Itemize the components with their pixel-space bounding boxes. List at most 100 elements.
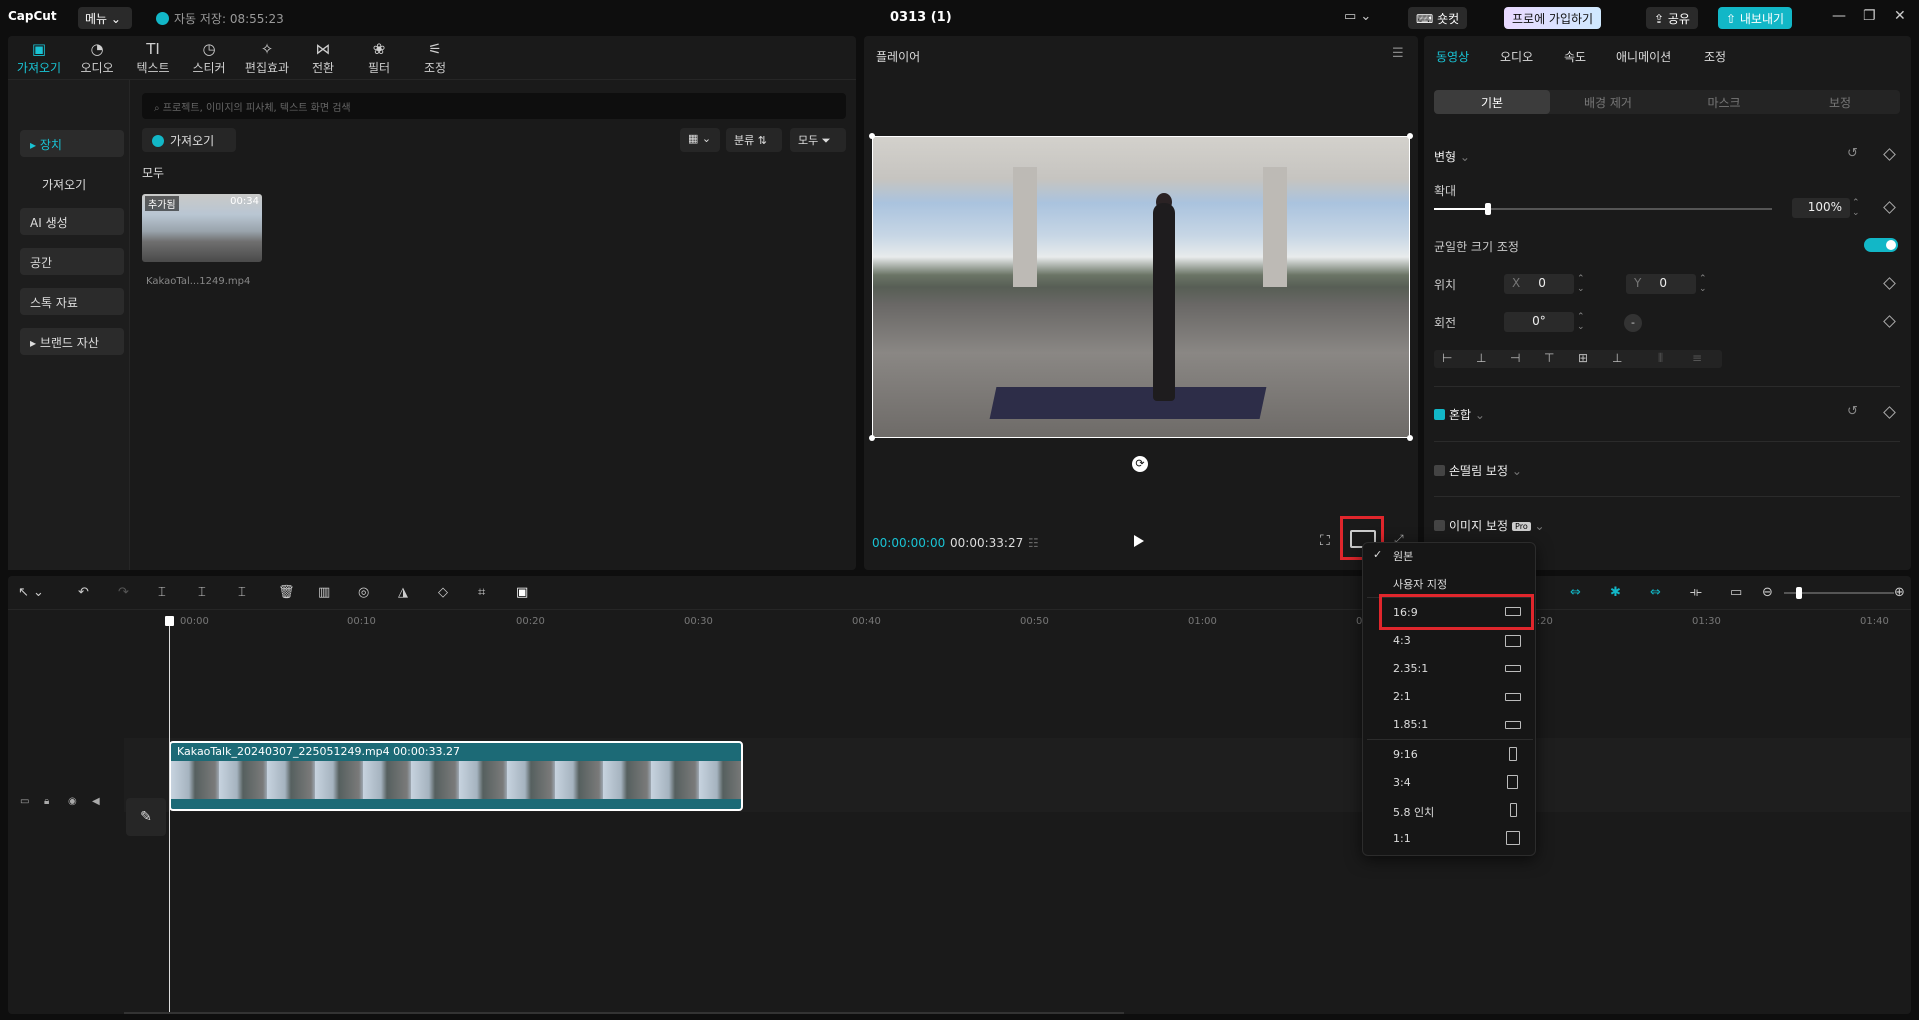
ratio-option-1-85-1[interactable]: 1.85:1 (1363, 713, 1537, 737)
thumbnail-icon[interactable]: ▭ (1730, 585, 1742, 600)
mirror-icon[interactable]: ◮ (398, 585, 408, 600)
ratio-option-5-8-inch[interactable]: 5.8 인치 (1363, 799, 1537, 823)
close-icon[interactable]: ✕ (1894, 8, 1906, 24)
align-left-icon[interactable]: ⊢ (1442, 351, 1452, 365)
distribute-horizontal-icon[interactable]: ⫴ (1658, 351, 1663, 366)
video-clip[interactable]: KakaoTalk_20240307_225051249.mp4 00:00:3… (169, 741, 743, 811)
ratio-option-custom[interactable]: 사용자 지정 (1363, 571, 1537, 595)
export-button[interactable]: ⇧ 내보내기 (1718, 7, 1793, 29)
timeline-list-icon[interactable]: ☷ (1028, 536, 1039, 550)
align-right-icon[interactable]: ⊣ (1510, 351, 1520, 365)
resize-handle[interactable] (1407, 133, 1413, 139)
sidebar-item-brand-assets[interactable]: ▸ 브랜드 자산 (20, 328, 124, 355)
image-enhance-section[interactable]: 이미지 보정 Pro ⌄ (1434, 517, 1545, 534)
resize-handle[interactable] (869, 435, 875, 441)
search-input[interactable]: ⌕ 프로젝트, 이미지의 피사체, 텍스트 화면 검색 (142, 93, 846, 119)
tab-transition[interactable]: ⋈ 전환 (294, 39, 352, 76)
menu-button[interactable]: 메뉴 ⌄ (78, 7, 132, 29)
ratio-option-2-35-1[interactable]: 2.35:1 (1363, 657, 1537, 681)
split-right-icon[interactable]: ⌶ (238, 585, 246, 600)
fullscreen-crop-icon[interactable]: ⛶ (1320, 533, 1330, 549)
playhead[interactable] (165, 616, 174, 1014)
position-x-input[interactable]: X0 (1504, 274, 1574, 294)
auto-snap-icon[interactable]: ✱ (1610, 585, 1621, 600)
track-cover-icon[interactable]: ▭ (20, 796, 29, 807)
hamburger-icon[interactable]: ☰ (1392, 46, 1404, 61)
tab-import[interactable]: ▣ 가져오기 (10, 39, 68, 76)
reset-icon[interactable]: ↺ (1847, 146, 1858, 161)
tab-filter[interactable]: ❀ 필터 (350, 39, 408, 76)
tab-adjust[interactable]: 조정 (1704, 48, 1726, 65)
tab-speed[interactable]: 속도 (1564, 48, 1586, 65)
edit-cover-button[interactable]: ✎ (126, 798, 166, 836)
sidebar-item-space[interactable]: 공간 (20, 248, 124, 275)
distribute-vertical-icon[interactable]: ≡ (1692, 351, 1702, 365)
position-y-input[interactable]: Y0 (1626, 274, 1696, 294)
rotation-input[interactable]: 0° (1504, 312, 1574, 332)
uniform-scale-toggle[interactable] (1864, 238, 1898, 252)
checkbox-icon[interactable] (1434, 465, 1445, 476)
restore-icon[interactable]: ❐ (1863, 8, 1876, 24)
zoom-in-icon[interactable]: ⊕ (1894, 585, 1905, 600)
resize-handle[interactable] (869, 133, 875, 139)
rotate-clip-icon[interactable]: ◇ (438, 585, 448, 600)
stabilize-section[interactable]: 손떨림 보정 ⌄ (1434, 462, 1522, 479)
keyframe-icon[interactable] (1883, 277, 1896, 290)
sidebar-item-ai-generate[interactable]: AI 생성 (20, 208, 124, 235)
align-middle-icon[interactable]: ⊞ (1578, 351, 1588, 365)
shortcut-button[interactable]: ⌨ 숏컷 (1408, 7, 1468, 29)
split-left-icon[interactable]: ⌶ (198, 585, 206, 600)
checkbox-icon[interactable] (1434, 520, 1445, 531)
scale-input[interactable]: 100% (1792, 198, 1850, 218)
crop-icon[interactable]: ⌗ (478, 585, 485, 600)
media-thumbnail[interactable]: 추가됨 00:34 (142, 194, 262, 262)
view-toggle-button[interactable]: ▦ ⌄ (680, 128, 720, 152)
keyframe-icon[interactable] (1883, 201, 1896, 214)
zoom-out-icon[interactable]: ⊖ (1762, 585, 1773, 600)
tab-adjust[interactable]: ⚟ 조정 (406, 39, 464, 76)
sidebar-item-import[interactable]: 가져오기 (20, 170, 124, 197)
lock-icon[interactable]: 🔒︎ (44, 796, 49, 807)
tab-audio[interactable]: ◔ 오디오 (68, 39, 126, 76)
stepper-icon[interactable]: ⌃ ⌄ (1577, 274, 1585, 294)
timeline-scrollbar[interactable] (124, 1012, 1124, 1014)
ratio-option-original[interactable]: ✓ 원본 (1363, 543, 1537, 567)
ratio-option-4-3[interactable]: 4:3 (1363, 629, 1537, 653)
align-top-icon[interactable]: ⊤ (1544, 351, 1554, 365)
ratio-option-2-1[interactable]: 2:1 (1363, 685, 1537, 709)
redo-icon[interactable]: ↷ (118, 585, 129, 600)
tab-effects[interactable]: ✧ 편집효과 (238, 39, 296, 76)
ai-tool-icon[interactable]: ▣ (516, 585, 528, 600)
main-track-magnet-icon[interactable]: ⇔ (1570, 585, 1581, 600)
speed-icon[interactable]: ◎ (358, 585, 369, 600)
select-tool-icon[interactable]: ↖ ⌄ (18, 585, 44, 600)
checkbox-checked-icon[interactable] (1434, 409, 1445, 420)
layout-icon[interactable]: ▭ ⌄ (1344, 9, 1371, 24)
stepper-icon[interactable]: ⌃ ⌄ (1699, 274, 1707, 294)
link-icon[interactable]: ⇔ (1650, 585, 1661, 600)
zoom-slider[interactable] (1784, 587, 1894, 599)
preview-axis-icon[interactable]: ⟛ (1690, 585, 1702, 600)
ratio-option-3-4[interactable]: 3:4 (1363, 771, 1537, 795)
tab-sticker[interactable]: ◷ 스티커 (180, 39, 238, 76)
subtab-basic[interactable]: 기본 (1434, 90, 1550, 114)
tab-text[interactable]: TI 텍스트 (124, 39, 182, 76)
split-icon[interactable]: ⌶ (158, 585, 166, 600)
ratio-option-9-16[interactable]: 9:16 (1363, 743, 1537, 767)
stepper-icon[interactable]: ⌃ ⌄ (1852, 198, 1860, 218)
subtab-mask[interactable]: 마스크 (1666, 90, 1782, 114)
undo-icon[interactable]: ↶ (78, 585, 89, 600)
stepper-icon[interactable]: ⌃ ⌄ (1577, 312, 1585, 332)
resize-handle[interactable] (1407, 435, 1413, 441)
align-center-horizontal-icon[interactable]: ⊥ (1476, 351, 1486, 365)
blend-section[interactable]: 혼합 ⌄ (1434, 406, 1485, 423)
rotation-dial-icon[interactable]: - (1624, 314, 1642, 332)
minimize-icon[interactable]: — (1832, 8, 1846, 24)
scale-slider[interactable] (1434, 203, 1772, 215)
eye-icon[interactable]: ◉ (68, 796, 77, 807)
transform-section-title[interactable]: 변형 ⌄ (1434, 148, 1470, 165)
scale-slider-handle[interactable] (1485, 203, 1492, 215)
delete-icon[interactable]: 🗑 (278, 585, 295, 600)
rotate-icon[interactable]: ⟳ (1132, 456, 1148, 472)
freeze-icon[interactable]: ▥ (318, 585, 330, 600)
